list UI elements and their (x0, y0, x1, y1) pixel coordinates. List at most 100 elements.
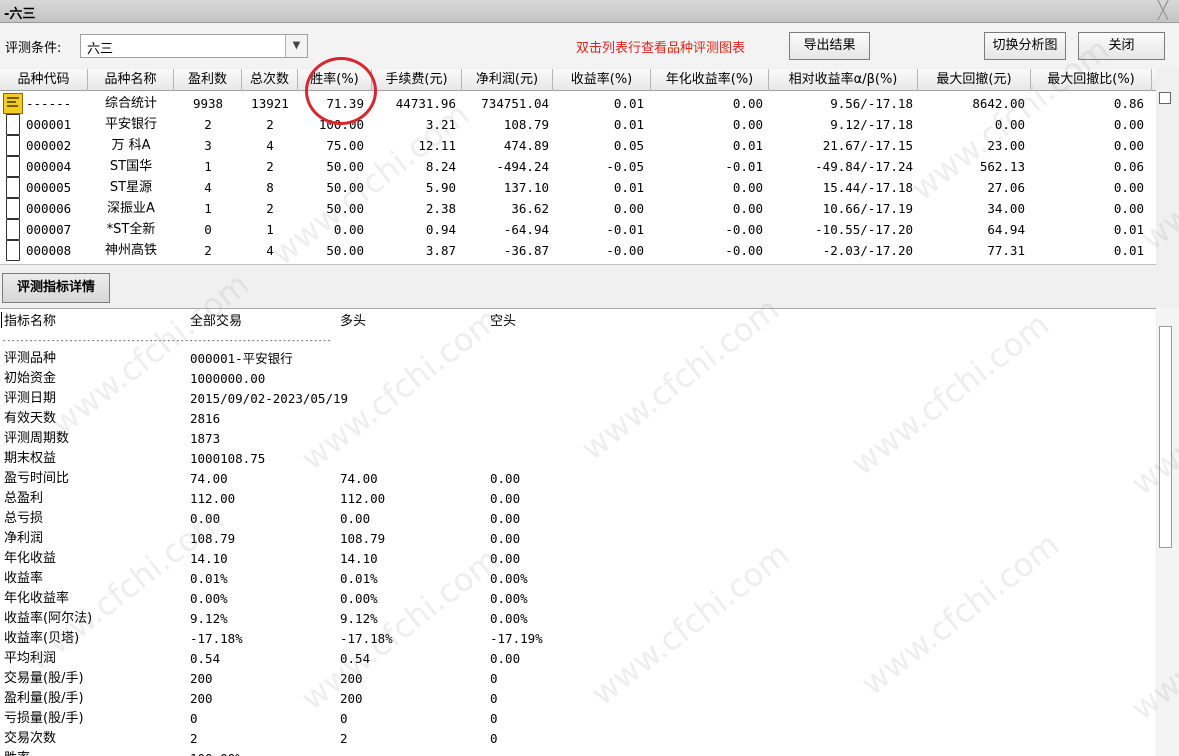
detail-cell-all: 108.79 (190, 531, 236, 546)
cell-profit-count: 9938 (192, 96, 224, 111)
tab-detail[interactable]: 评测指标详情 (2, 273, 110, 303)
detail-row: 有效天数 2816 (0, 409, 1156, 429)
detail-cell-all: 0.00% (190, 591, 228, 606)
detail-cell-name: 年化收益率 (4, 591, 70, 606)
detail-cell-name: 交易量(股/手) (4, 671, 84, 686)
table-row[interactable]: 000004 ST国华 1 2 50.00 8.24 -494.24 -0.05 -0.01 -4… (0, 156, 1156, 177)
detail-cell-short: -17.19% (490, 631, 543, 646)
col-header-alpha-beta[interactable]: 相对收益率α/β(%) (769, 69, 918, 91)
export-button[interactable]: 导出结果 (789, 32, 870, 60)
cell-alpha-beta: 9.56/-17.18 (830, 96, 913, 111)
side-checkbox[interactable] (1159, 92, 1171, 104)
detail-separator-row: ----------------------------------------… (0, 331, 1156, 351)
cell-max-drawdown-ratio: 0.01 (1113, 222, 1144, 237)
detail-cell-name: 收益率(贝塔) (4, 631, 80, 646)
detail-cell-name: 交易次数 (4, 731, 57, 746)
cell-alpha-beta: -2.03/-17.20 (822, 243, 913, 258)
detail-row: 净利润 108.79 108.79 0.00 (0, 529, 1156, 549)
cell-code: 000007 (26, 222, 72, 237)
col-header-return-rate[interactable]: 收益率(%) (553, 69, 651, 91)
detail-cell-long: -17.18% (340, 631, 393, 646)
detail-cell-all: 112.00 (190, 491, 236, 506)
cell-max-drawdown: 562.13 (979, 159, 1025, 174)
detail-cell-name: 评测品种 (4, 351, 57, 366)
detail-cell-all: 0 (190, 711, 198, 726)
toolbar: 评测条件: 六三 ▼ 双击列表行查看品种评测图表 导出结果 切换分析图 关闭 (0, 24, 1179, 68)
detail-cell-all: 2816 (190, 411, 221, 426)
cell-code: 000008 (26, 243, 72, 258)
detail-separator: ----------------------------------------… (2, 336, 332, 345)
cell-net-profit: 36.62 (511, 201, 549, 216)
detail-cell-short: 0.00 (490, 531, 521, 546)
cell-total-count: 4 (266, 243, 274, 258)
table-row[interactable]: 000001 平安银行 2 2 100.00 3.21 108.79 0.01 0.00 9.12… (0, 114, 1156, 135)
detail-cell-long: 2 (340, 731, 348, 746)
detail-cell-all: 74.00 (190, 471, 228, 486)
cell-max-drawdown-ratio: 0.86 (1113, 96, 1144, 111)
cell-code: 000004 (26, 159, 72, 174)
detail-row: 胜率 100.00% (0, 749, 1156, 756)
stock-icon (6, 135, 20, 156)
detail-row: 交易量(股/手) 200 200 0 (0, 669, 1156, 689)
col-header-code[interactable]: 品种代码 (0, 69, 88, 91)
detail-cell-long: 9.12% (340, 611, 378, 626)
results-table: 品种代码 品种名称 盈利数 总次数 胜率(%) 手续费(元) 净利润(元) 收益… (0, 69, 1156, 265)
detail-cell-all: 200 (190, 691, 213, 706)
title-bar: -六三 ╳ (0, 0, 1179, 23)
table-row[interactable]: 000002 万 科A 3 4 75.00 12.11 474.89 0.05 0.01 21.6… (0, 135, 1156, 156)
cell-win-rate: 50.00 (326, 243, 364, 258)
col-header-annual-return[interactable]: 年化收益率(%) (651, 69, 769, 91)
cell-fee: 0.94 (425, 222, 456, 237)
cell-win-rate: 50.00 (326, 159, 364, 174)
cell-alpha-beta: 21.67/-17.15 (822, 138, 913, 153)
chevron-down-icon[interactable]: ▼ (285, 35, 307, 57)
cell-total-count: 8 (266, 180, 274, 195)
detail-scrollbar[interactable] (1157, 308, 1179, 756)
detail-tabbar: 评测指标详情 (0, 266, 1179, 307)
summary-icon (3, 93, 23, 114)
detail-row: 平均利润 0.54 0.54 0.00 (0, 649, 1156, 669)
cell-profit-count: 4 (204, 180, 212, 195)
cell-alpha-beta: -10.55/-17.20 (815, 222, 913, 237)
detail-cell-name: 收益率(阿尔法) (4, 611, 93, 626)
cell-max-drawdown: 77.31 (987, 243, 1025, 258)
col-header-net-profit[interactable]: 净利润(元) (462, 69, 553, 91)
table-row[interactable]: 000007 *ST全新 0 1 0.00 0.94 -64.94 -0.01 -0.00 -10… (0, 219, 1156, 240)
detail-cell-all: 0.54 (190, 651, 221, 666)
detail-cell-all: 1873 (190, 431, 221, 446)
col-header-total-count[interactable]: 总次数 (242, 69, 298, 91)
col-header-max-drawdown-ratio[interactable]: 最大回撤比(%) (1031, 69, 1152, 91)
scrollbar-thumb[interactable] (1159, 326, 1172, 548)
detail-panel[interactable]: 指标名称 全部交易 多头 空头 ------------------------… (0, 308, 1156, 756)
condition-value: 六三 (87, 42, 114, 57)
cell-annual-return: -0.00 (725, 222, 763, 237)
detail-row: 收益率(贝塔) -17.18% -17.18% -17.19% (0, 629, 1156, 649)
table-row[interactable]: 000005 ST星源 4 8 50.00 5.90 137.10 0.01 0.00 15.44… (0, 177, 1156, 198)
detail-cell-all: 100.00% (190, 749, 243, 756)
cell-max-drawdown: 27.06 (987, 180, 1025, 195)
cell-max-drawdown: 0.00 (994, 117, 1025, 132)
close-button[interactable]: 关闭 (1078, 32, 1165, 60)
col-header-profit-count[interactable]: 盈利数 (174, 69, 242, 91)
detail-cell-name: 盈利量(股/手) (4, 691, 84, 706)
col-header-fee[interactable]: 手续费(元) (372, 69, 462, 91)
table-row[interactable]: 000006 深振业A 1 2 50.00 2.38 36.62 0.00 0.00 10.66/… (0, 198, 1156, 219)
detail-row: 收益率 0.01% 0.01% 0.00% (0, 569, 1156, 589)
table-row[interactable]: 000008 神州高铁 2 4 50.00 3.87 -36.87 -0.00 -0.00 -2.… (0, 240, 1156, 261)
cell-total-count: 2 (266, 159, 274, 174)
table-row-summary[interactable]: ------ 综合统计 9938 13921 71.39 44731.96 734751.0… (0, 93, 1156, 114)
cell-return-rate: 0.05 (613, 138, 644, 153)
cell-return-rate: 0.01 (613, 96, 644, 111)
close-icon[interactable]: ╳ (1153, 0, 1173, 22)
detail-cell-long: 0.00% (340, 591, 378, 606)
col-header-max-drawdown[interactable]: 最大回撤(元) (918, 69, 1031, 91)
condition-select[interactable]: 六三 ▼ (80, 34, 308, 58)
switch-chart-button[interactable]: 切换分析图 (984, 32, 1066, 60)
cell-max-drawdown: 64.94 (987, 222, 1025, 237)
detail-cell-name: 总亏损 (4, 511, 44, 526)
cell-max-drawdown-ratio: 0.00 (1113, 201, 1144, 216)
detail-cell-short: 0.00 (490, 651, 521, 666)
cell-profit-count: 2 (204, 117, 212, 132)
col-header-name[interactable]: 品种名称 (88, 69, 174, 91)
cell-alpha-beta: 15.44/-17.18 (822, 180, 913, 195)
